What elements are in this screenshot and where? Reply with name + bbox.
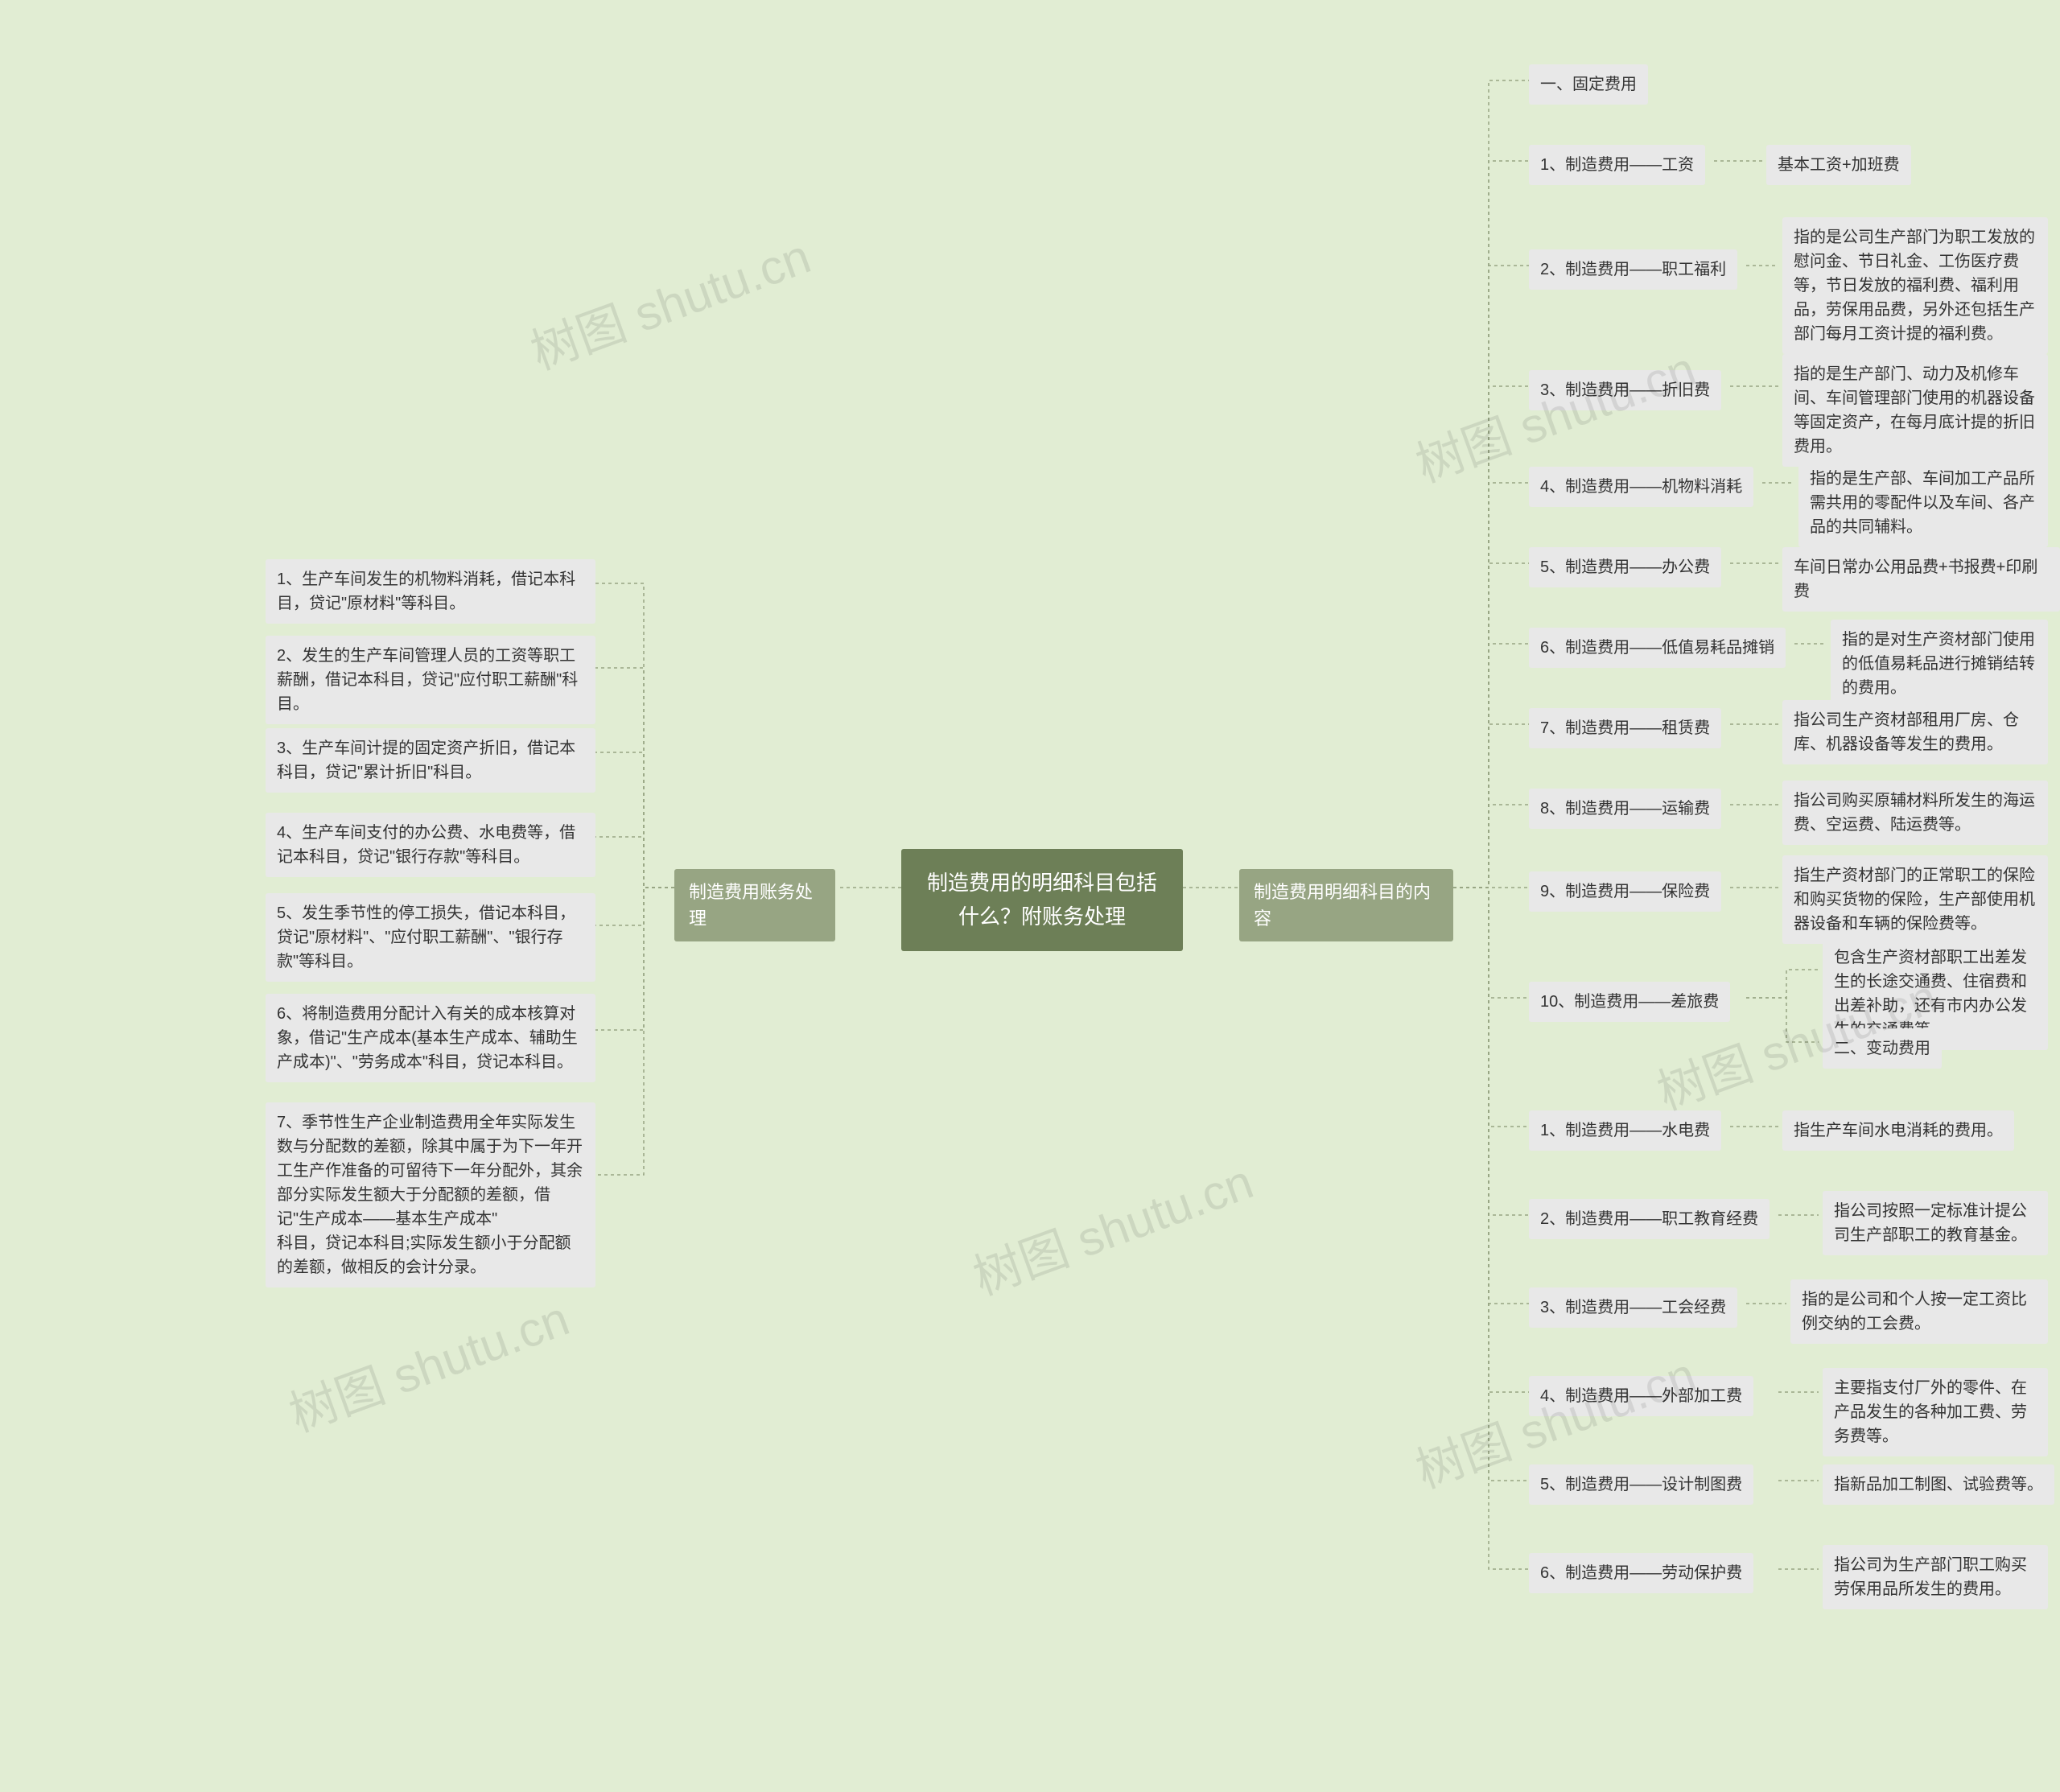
watermark: 树图 shutu.cn bbox=[278, 1279, 577, 1445]
right-item[interactable]: 1、制造费用——水电费 bbox=[1529, 1110, 1721, 1151]
right-item-label: 5、制造费用——办公费 bbox=[1540, 555, 1710, 579]
root-title: 制造费用的明细科目包括什么？附账务处理 bbox=[924, 867, 1160, 933]
right-item-desc[interactable]: 指公司购买原辅材料所发生的海运费、空运费、陆运费等。 bbox=[1782, 781, 2048, 845]
right-item-desc[interactable]: 指生产资材部门的正常职工的保险和购买货物的保险，生产部使用机器设备和车辆的保险费… bbox=[1782, 855, 2048, 944]
right-item-desc[interactable]: 指的是公司生产部门为职工发放的慰问金、节日礼金、工伤医疗费等，节日发放的福利费、… bbox=[1782, 217, 2048, 354]
right-item[interactable]: 5、制造费用——设计制图费 bbox=[1529, 1464, 1753, 1505]
right-item-desc[interactable]: 车间日常办公用品费+书报费+印刷费 bbox=[1782, 547, 2060, 612]
right-item-desc-text: 指生产资材部门的正常职工的保险和购买货物的保险，生产部使用机器设备和车辆的保险费… bbox=[1794, 863, 2037, 936]
right-item-desc-text: 指公司按照一定标准计提公司生产部职工的教育基金。 bbox=[1834, 1199, 2037, 1247]
mindmap-canvas: 制造费用的明细科目包括什么？附账务处理 制造费用账务处理 制造费用明细科目的内容… bbox=[0, 0, 2060, 1792]
right-item-desc-text: 指公司为生产部门职工购买劳保用品所发生的费用。 bbox=[1834, 1553, 2037, 1601]
right-item-desc[interactable]: 指公司生产资材部租用厂房、仓库、机器设备等发生的费用。 bbox=[1782, 700, 2048, 764]
left-item[interactable]: 4、生产车间支付的办公费、水电费等，借记本科目，贷记"银行存款"等科目。 bbox=[266, 813, 595, 877]
branch-right-label: 制造费用明细科目的内容 bbox=[1254, 879, 1439, 932]
watermark: 树图 shutu.cn bbox=[962, 1143, 1261, 1308]
right-item-desc-text: 指的是生产部门、动力及机修车间、车间管理部门使用的机器设备等固定资产，在每月底计… bbox=[1794, 362, 2037, 459]
left-item[interactable]: 3、生产车间计提的固定资产折旧，借记本科目，贷记"累计折旧"科目。 bbox=[266, 728, 595, 793]
right-item-desc-text: 指的是对生产资材部门使用的低值易耗品进行摊销结转的费用。 bbox=[1842, 628, 2037, 700]
right-item-subnote-text: 二、变动费用 bbox=[1834, 1036, 1930, 1061]
left-item-text: 2、发生的生产车间管理人员的工资等职工薪酬，借记本科目，贷记"应付职工薪酬"科目… bbox=[277, 644, 584, 716]
left-item-text: 6、将制造费用分配计入有关的成本核算对象，借记"生产成本(基本生产成本、辅助生产… bbox=[277, 1002, 584, 1074]
right-item[interactable]: 一、固定费用 bbox=[1529, 64, 1648, 105]
right-item-label: 1、制造费用——工资 bbox=[1540, 153, 1694, 177]
right-item[interactable]: 6、制造费用——低值易耗品摊销 bbox=[1529, 628, 1786, 668]
left-item[interactable]: 1、生产车间发生的机物料消耗，借记本科目，贷记"原材料"等科目。 bbox=[266, 559, 595, 624]
right-item[interactable]: 4、制造费用——外部加工费 bbox=[1529, 1376, 1753, 1416]
right-item-desc-text: 指的是公司和个人按一定工资比例交纳的工会费。 bbox=[1802, 1287, 2037, 1336]
right-item[interactable]: 3、制造费用——工会经费 bbox=[1529, 1287, 1737, 1328]
watermark: 树图 shutu.cn bbox=[520, 217, 818, 383]
right-item-label: 9、制造费用——保险费 bbox=[1540, 880, 1710, 904]
right-item-label: 一、固定费用 bbox=[1540, 72, 1637, 97]
right-item-label: 10、制造费用——差旅费 bbox=[1540, 990, 1719, 1014]
right-item-desc[interactable]: 指公司为生产部门职工购买劳保用品所发生的费用。 bbox=[1823, 1545, 2048, 1609]
right-item-desc[interactable]: 指的是公司和个人按一定工资比例交纳的工会费。 bbox=[1790, 1279, 2048, 1344]
right-item-desc[interactable]: 基本工资+加班费 bbox=[1766, 145, 1911, 185]
right-item-desc[interactable]: 指生产车间水电消耗的费用。 bbox=[1782, 1110, 2014, 1151]
right-item-desc-text: 车间日常办公用品费+书报费+印刷费 bbox=[1794, 555, 2049, 604]
branch-left-label: 制造费用账务处理 bbox=[689, 879, 821, 932]
left-item[interactable]: 5、发生季节性的停工损失，借记本科目，贷记"原材料"、"应付职工薪酬"、"银行存… bbox=[266, 893, 595, 982]
branch-left[interactable]: 制造费用账务处理 bbox=[674, 869, 835, 941]
right-item-label: 3、制造费用——工会经费 bbox=[1540, 1296, 1726, 1320]
left-item-text: 7、季节性生产企业制造费用全年实际发生数与分配数的差额，除其中属于为下一年开工生… bbox=[277, 1110, 584, 1279]
right-item-desc-text: 指的是公司生产部门为职工发放的慰问金、节日礼金、工伤医疗费等，节日发放的福利费、… bbox=[1794, 225, 2037, 346]
right-item[interactable]: 9、制造费用——保险费 bbox=[1529, 871, 1721, 912]
left-item-text: 4、生产车间支付的办公费、水电费等，借记本科目，贷记"银行存款"等科目。 bbox=[277, 821, 584, 869]
right-item-desc-text: 主要指支付厂外的零件、在产品发生的各种加工费、劳务费等。 bbox=[1834, 1376, 2037, 1448]
right-item-label: 4、制造费用——机物料消耗 bbox=[1540, 475, 1742, 499]
right-item[interactable]: 7、制造费用——租赁费 bbox=[1529, 708, 1721, 748]
right-item-desc-text: 指新品加工制图、试验费等。 bbox=[1834, 1473, 2043, 1497]
right-item-label: 5、制造费用——设计制图费 bbox=[1540, 1473, 1742, 1497]
right-item-label: 2、制造费用——职工福利 bbox=[1540, 257, 1726, 282]
right-item[interactable]: 2、制造费用——职工教育经费 bbox=[1529, 1199, 1770, 1239]
right-item-label: 4、制造费用——外部加工费 bbox=[1540, 1384, 1742, 1408]
right-item-desc-text: 指生产车间水电消耗的费用。 bbox=[1794, 1118, 2003, 1143]
right-item[interactable]: 6、制造费用——劳动保护费 bbox=[1529, 1553, 1753, 1593]
right-item-desc-text: 指公司生产资材部租用厂房、仓库、机器设备等发生的费用。 bbox=[1794, 708, 2037, 756]
right-item[interactable]: 5、制造费用——办公费 bbox=[1529, 547, 1721, 587]
right-item-desc-text: 指的是生产部、车间加工产品所需共用的零配件以及车间、各产品的共同辅料。 bbox=[1810, 467, 2037, 539]
right-item[interactable]: 8、制造费用——运输费 bbox=[1529, 789, 1721, 829]
branch-right[interactable]: 制造费用明细科目的内容 bbox=[1239, 869, 1453, 941]
right-item-label: 3、制造费用——折旧费 bbox=[1540, 378, 1710, 402]
right-item-desc[interactable]: 指公司按照一定标准计提公司生产部职工的教育基金。 bbox=[1823, 1191, 2048, 1255]
left-item-text: 1、生产车间发生的机物料消耗，借记本科目，贷记"原材料"等科目。 bbox=[277, 567, 584, 616]
right-item[interactable]: 3、制造费用——折旧费 bbox=[1529, 370, 1721, 410]
right-item-label: 6、制造费用——劳动保护费 bbox=[1540, 1561, 1742, 1585]
right-item[interactable]: 10、制造费用——差旅费 bbox=[1529, 982, 1730, 1022]
right-item-desc-text: 基本工资+加班费 bbox=[1778, 153, 1900, 177]
left-item[interactable]: 2、发生的生产车间管理人员的工资等职工薪酬，借记本科目，贷记"应付职工薪酬"科目… bbox=[266, 636, 595, 724]
right-item[interactable]: 4、制造费用——机物料消耗 bbox=[1529, 467, 1753, 507]
right-item-desc[interactable]: 主要指支付厂外的零件、在产品发生的各种加工费、劳务费等。 bbox=[1823, 1368, 2048, 1456]
right-item-label: 2、制造费用——职工教育经费 bbox=[1540, 1207, 1758, 1231]
root-node[interactable]: 制造费用的明细科目包括什么？附账务处理 bbox=[901, 849, 1183, 951]
right-item[interactable]: 2、制造费用——职工福利 bbox=[1529, 249, 1737, 290]
right-item-desc-text: 包含生产资材部职工出差发生的长途交通费、住宿费和出差补助，还有市内办公发生的交通… bbox=[1834, 945, 2037, 1042]
right-item-label: 6、制造费用——低值易耗品摊销 bbox=[1540, 636, 1774, 660]
right-item-label: 8、制造费用——运输费 bbox=[1540, 797, 1710, 821]
left-item[interactable]: 7、季节性生产企业制造费用全年实际发生数与分配数的差额，除其中属于为下一年开工生… bbox=[266, 1102, 595, 1287]
right-item-subnote[interactable]: 二、变动费用 bbox=[1823, 1028, 1942, 1069]
right-item-desc[interactable]: 指新品加工制图、试验费等。 bbox=[1823, 1464, 2054, 1505]
right-item-label: 7、制造费用——租赁费 bbox=[1540, 716, 1710, 740]
left-item-text: 3、生产车间计提的固定资产折旧，借记本科目，贷记"累计折旧"科目。 bbox=[277, 736, 584, 785]
right-item-desc[interactable]: 指的是生产部门、动力及机修车间、车间管理部门使用的机器设备等固定资产，在每月底计… bbox=[1782, 354, 2048, 467]
right-item-label: 1、制造费用——水电费 bbox=[1540, 1118, 1710, 1143]
right-item-desc[interactable]: 指的是对生产资材部门使用的低值易耗品进行摊销结转的费用。 bbox=[1831, 620, 2048, 708]
left-item[interactable]: 6、将制造费用分配计入有关的成本核算对象，借记"生产成本(基本生产成本、辅助生产… bbox=[266, 994, 595, 1082]
right-item-desc-text: 指公司购买原辅材料所发生的海运费、空运费、陆运费等。 bbox=[1794, 789, 2037, 837]
right-item[interactable]: 1、制造费用——工资 bbox=[1529, 145, 1705, 185]
left-item-text: 5、发生季节性的停工损失，借记本科目，贷记"原材料"、"应付职工薪酬"、"银行存… bbox=[277, 901, 584, 974]
right-item-desc[interactable]: 指的是生产部、车间加工产品所需共用的零配件以及车间、各产品的共同辅料。 bbox=[1798, 459, 2048, 547]
